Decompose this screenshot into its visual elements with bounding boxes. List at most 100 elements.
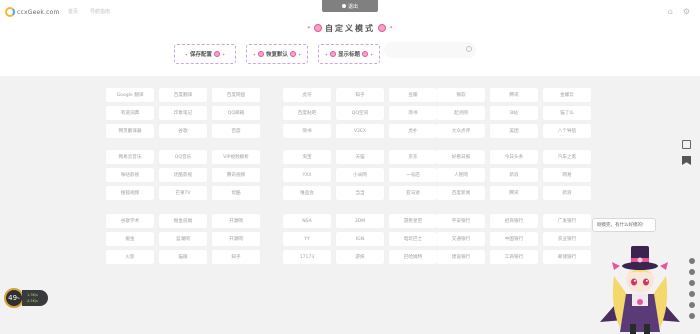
- chat-icon[interactable]: [689, 258, 695, 264]
- link-tile[interactable]: 知乎: [212, 250, 260, 264]
- link-tile[interactable]: 谷歌学术: [106, 214, 154, 228]
- link-tile[interactable]: 网易: [543, 168, 591, 182]
- info-icon[interactable]: [689, 291, 695, 297]
- link-tile[interactable]: 火影: [106, 250, 154, 264]
- link-tile[interactable]: 虎扑: [389, 124, 437, 138]
- link-tile[interactable]: 农业银行: [543, 232, 591, 246]
- link-tile[interactable]: 电玩巴士: [389, 232, 437, 246]
- link-tile[interactable]: 开源网: [212, 232, 260, 246]
- exit-button[interactable]: 退出: [322, 0, 378, 12]
- site-logo[interactable]: ccxGeek.com: [5, 7, 60, 17]
- link-tile[interactable]: 汽车之家: [543, 150, 591, 164]
- link-tile[interactable]: 建设银行: [437, 250, 485, 264]
- link-tile[interactable]: 广发银行: [543, 214, 591, 228]
- link-tile[interactable]: 简书: [389, 106, 437, 120]
- link-tile[interactable]: 知乎: [336, 88, 384, 102]
- link-tile[interactable]: 美团: [490, 124, 538, 138]
- link-tile[interactable]: 猫了么: [543, 106, 591, 120]
- link-tile[interactable]: 京东: [389, 150, 437, 164]
- link-tile[interactable]: 腾讯: [490, 88, 538, 102]
- search-input[interactable]: [384, 42, 476, 58]
- edit-icon[interactable]: [682, 140, 691, 149]
- nav-item-home[interactable]: 首页: [68, 8, 78, 15]
- link-tile[interactable]: 网易云音乐: [106, 150, 154, 164]
- bookmark-icon[interactable]: [682, 156, 691, 165]
- link-tile[interactable]: 百度翻译: [159, 88, 207, 102]
- link-tile[interactable]: 搜狐视频: [106, 186, 154, 200]
- link-tile[interactable]: 游侠: [336, 250, 384, 264]
- link-tile[interactable]: 淘宝: [283, 150, 331, 164]
- link-tile[interactable]: 咪咕影视: [106, 168, 154, 182]
- link-tile[interactable]: 简书: [283, 124, 331, 138]
- save-config-button[interactable]: ✦ 保存配置 ✦: [174, 44, 236, 64]
- link-tile[interactable]: 3DM: [336, 214, 384, 228]
- link-tile[interactable]: 掘金前端: [159, 214, 207, 228]
- link-tile[interactable]: 八个导航: [543, 124, 591, 138]
- link-tile[interactable]: 起点网: [437, 106, 485, 120]
- search-icon[interactable]: [466, 46, 472, 52]
- link-tile[interactable]: 17173: [283, 250, 331, 264]
- link-tile[interactable]: 巴哈姆特: [389, 250, 437, 264]
- link-tile[interactable]: 百度新闻: [437, 186, 485, 200]
- link-tile[interactable]: QQ邮箱: [212, 106, 260, 120]
- link-tile[interactable]: 亚马逊: [389, 186, 437, 200]
- link-tile[interactable]: QQ音乐: [159, 150, 207, 164]
- link-tile[interactable]: 谷歌: [159, 124, 207, 138]
- link-tile[interactable]: 新浪: [543, 186, 591, 200]
- home-icon[interactable]: ⌂: [668, 8, 673, 16]
- link-tile[interactable]: 好看日报: [437, 150, 485, 164]
- link-tile[interactable]: 小米网: [336, 168, 384, 182]
- link-tile[interactable]: 腾讯视频: [212, 168, 260, 182]
- link-tile[interactable]: 印象笔记: [159, 106, 207, 120]
- link-tile[interactable]: 中国银行: [490, 232, 538, 246]
- link-tile[interactable]: 百度贴吧: [283, 106, 331, 120]
- link-tile[interactable]: 网页翻译器: [106, 124, 154, 138]
- link-tile[interactable]: QQ空间: [336, 106, 384, 120]
- link-tile[interactable]: 优酷影视: [159, 168, 207, 182]
- link-tile[interactable]: V2EX: [336, 124, 384, 138]
- link-tile[interactable]: 天猫: [336, 150, 384, 164]
- link-tile[interactable]: 新浪: [490, 168, 538, 182]
- link-tile[interactable]: 招商银行: [490, 214, 538, 228]
- camera-icon[interactable]: [689, 302, 695, 308]
- link-tile[interactable]: Google 翻译: [106, 88, 154, 102]
- link-tile[interactable]: 大众点评: [437, 124, 485, 138]
- show-title-button[interactable]: ✦ 显示标题 ✦: [318, 44, 380, 64]
- link-tile[interactable]: 豆瓣: [389, 88, 437, 102]
- link-tile[interactable]: 金螺云: [543, 88, 591, 102]
- mascot-illustration[interactable]: [598, 236, 682, 334]
- link-tile[interactable]: 人民网: [437, 168, 485, 182]
- user-icon[interactable]: [689, 280, 695, 286]
- close-icon[interactable]: [689, 313, 695, 319]
- link-tile[interactable]: 猫眼: [159, 250, 207, 264]
- home-small-icon[interactable]: [689, 269, 695, 275]
- link-tile[interactable]: YXX: [283, 168, 331, 182]
- link-tile[interactable]: 芒果TV: [159, 186, 207, 200]
- link-tile[interactable]: 虎牙: [283, 88, 331, 102]
- link-tile[interactable]: 游民星空: [389, 214, 437, 228]
- link-tile[interactable]: 邮储银行: [543, 250, 591, 264]
- link-tile[interactable]: 交通银行: [437, 232, 485, 246]
- link-tile[interactable]: 今日头条: [490, 150, 538, 164]
- link-tile[interactable]: 一号店: [389, 168, 437, 182]
- nav-item-guide[interactable]: 导航指南: [90, 8, 110, 15]
- speed-widget[interactable]: 49% 1.3K/s 4.5K/s: [4, 288, 48, 308]
- link-tile[interactable]: 当当: [336, 186, 384, 200]
- link-tile[interactable]: 微软: [437, 88, 485, 102]
- link-tile[interactable]: B站: [490, 106, 538, 120]
- link-tile[interactable]: 平安银行: [437, 214, 485, 228]
- link-tile[interactable]: 腾讯: [490, 186, 538, 200]
- link-tile[interactable]: 唯品会: [283, 186, 331, 200]
- link-tile[interactable]: 工商银行: [490, 250, 538, 264]
- link-tile[interactable]: YY: [283, 232, 331, 246]
- link-tile[interactable]: 有道词典: [106, 106, 154, 120]
- reset-default-button[interactable]: ✦ 恢复默认 ✦: [246, 44, 308, 64]
- link-tile[interactable]: 百度: [212, 124, 260, 138]
- link-tile[interactable]: 掘金: [106, 232, 154, 246]
- link-tile[interactable]: 优酷: [212, 186, 260, 200]
- link-tile[interactable]: 蓝湖网: [159, 232, 207, 246]
- link-tile[interactable]: 百度网盘: [212, 88, 260, 102]
- link-tile[interactable]: VIP视频解析: [212, 150, 260, 164]
- link-tile[interactable]: IGN: [336, 232, 384, 246]
- link-tile[interactable]: NSA: [283, 214, 331, 228]
